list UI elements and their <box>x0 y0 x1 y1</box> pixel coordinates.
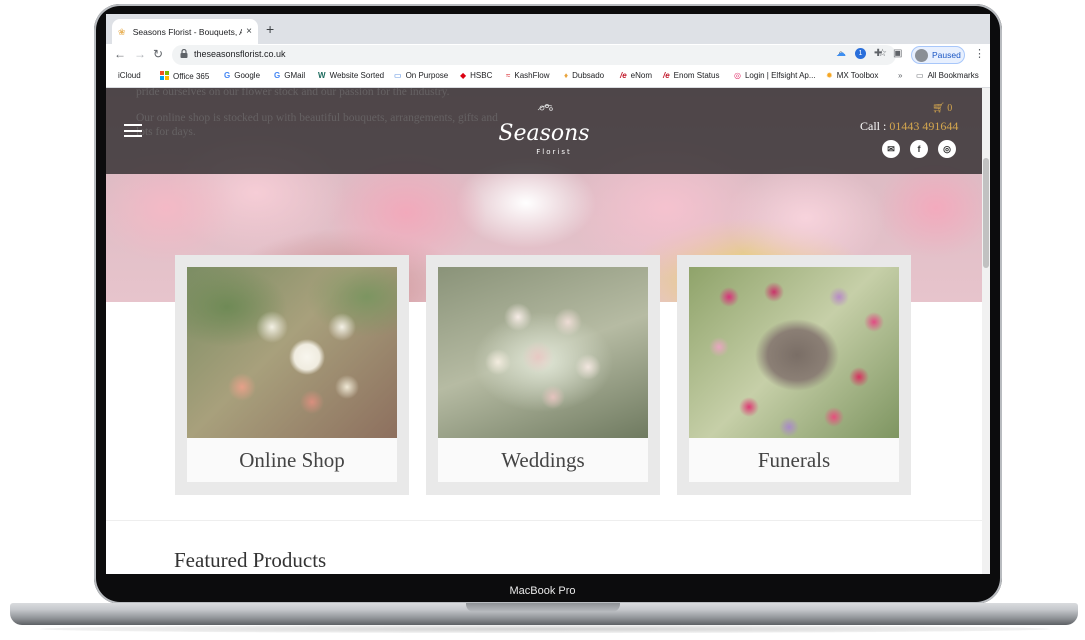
mxtoolbox-icon: ✹ <box>826 71 833 80</box>
category-card-weddings[interactable]: Weddings <box>426 255 660 495</box>
device-label: MacBook Pro <box>509 585 576 597</box>
extensions-puzzle-icon[interactable]: ✚ <box>874 48 882 59</box>
avatar <box>915 48 928 62</box>
close-icon[interactable]: × <box>246 26 252 37</box>
office-icon <box>160 71 169 82</box>
bouquet-image <box>187 267 397 438</box>
cart-icon: 🛒︎ <box>932 103 945 114</box>
more-menu-icon[interactable]: ⋮ <box>974 47 985 60</box>
tab-strip: ❀ Seasons Florist - Bouquets, A × + <box>106 14 990 44</box>
intro-text-line: Our online shop is stocked up with beaut… <box>136 112 498 124</box>
card-label: Funerals <box>689 438 899 482</box>
reload-icon[interactable]: ↻ <box>153 47 163 61</box>
kashflow-icon: ≈ <box>506 71 511 80</box>
featured-products-heading: Featured Products <box>174 548 327 572</box>
bookmark-kashflow[interactable]: ≈ KashFlow <box>506 71 550 80</box>
phone-link[interactable]: 01443 491644 <box>889 119 958 133</box>
site-logo[interactable]: Seasons Florist <box>496 100 592 162</box>
bookmark-on-purpose[interactable]: ▭ On Purpose <box>394 71 448 80</box>
profile-status: Paused <box>932 50 961 60</box>
site-header: pride ourselves on our flower stock and … <box>106 88 982 174</box>
url-text: theseasonsflorist.co.uk <box>194 49 286 59</box>
favicon-icon: ❀ <box>118 26 126 37</box>
browser-toolbar: ← → ↻ theseasonsflorist.co.uk ⌕ ⇪ ☆ ☁ 1 … <box>106 44 990 66</box>
link-icon: ▭ <box>394 71 402 80</box>
google-icon: G <box>274 71 281 80</box>
all-bookmarks-button[interactable]: ▭ All Bookmarks <box>916 71 979 80</box>
tab-title: Seasons Florist - Bouquets, A <box>132 26 243 37</box>
bookmark-mx-toolbox[interactable]: ✹ MX Toolbox <box>826 71 878 80</box>
bookmark-website-sorted[interactable]: W Website Sorted <box>318 71 384 80</box>
scrollbar-thumb[interactable] <box>983 158 989 268</box>
laptop-shadow <box>40 625 1050 633</box>
cart-link[interactable]: 🛒︎ 0 <box>932 103 952 114</box>
enom-icon: /e <box>620 71 627 80</box>
cloud-extension-icon[interactable]: ☁ <box>836 48 846 59</box>
profile-paused-chip[interactable]: Paused <box>911 46 965 64</box>
email-icon[interactable]: ✉ <box>882 140 900 158</box>
website-viewport: pride ourselves on our flower stock and … <box>106 88 982 574</box>
screen: ❀ Seasons Florist - Bouquets, A × + ← → … <box>106 14 990 574</box>
browser-tab[interactable]: ❀ Seasons Florist - Bouquets, A × <box>112 19 258 44</box>
back-icon[interactable]: ← <box>114 47 126 61</box>
wedding-bouquet-image <box>438 267 648 438</box>
hsbc-icon: ◆ <box>460 71 467 80</box>
bookmark-enom[interactable]: /e eNom <box>620 71 652 80</box>
card-label: Weddings <box>438 438 648 482</box>
website-sorted-icon: W <box>318 71 326 80</box>
more-bookmarks-button[interactable]: » <box>898 71 902 80</box>
dubsado-icon: ♦ <box>564 71 569 80</box>
logo-subtitle: Florist <box>536 148 571 156</box>
facebook-icon[interactable]: f <box>910 140 928 158</box>
call-prefix: Call : <box>860 119 890 133</box>
new-tab-button[interactable]: + <box>266 21 274 37</box>
enom-icon: /e <box>663 71 670 80</box>
heart-wreath-image <box>689 267 899 438</box>
laptop-notch <box>466 603 620 612</box>
menu-hamburger-icon[interactable] <box>124 124 142 137</box>
onepassword-extension-icon[interactable]: 1 <box>855 48 866 59</box>
bookmark-hsbc[interactable]: ◆ HSBC <box>460 71 492 80</box>
address-bar[interactable]: theseasonsflorist.co.uk ⌕ ⇪ ☆ <box>172 45 896 65</box>
bookmark-office365[interactable]: Office 365 <box>160 71 209 82</box>
section-divider <box>106 520 982 521</box>
bookmark-icloud[interactable]: iCloud <box>114 71 141 80</box>
logo-wordmark: Seasons <box>498 121 589 146</box>
category-card-online-shop[interactable]: Online Shop <box>175 255 409 495</box>
bookmark-elfsight[interactable]: ◎ Login | Elfsight Ap... <box>734 71 816 80</box>
instagram-icon[interactable]: ◎ <box>938 140 956 158</box>
elfsight-icon: ◎ <box>734 71 741 80</box>
bookmark-dubsado[interactable]: ♦ Dubsado <box>564 71 604 80</box>
bookmarks-bar: iCloud Office 365 G Google G GMail W Websit… <box>106 66 990 88</box>
side-panel-icon[interactable]: ▣ <box>893 48 902 59</box>
intro-text-line: pride ourselves on our flower stock and … <box>136 88 450 98</box>
call-info: Call : 01443 491644 <box>860 119 958 134</box>
lock-icon <box>180 48 188 60</box>
bookmark-google[interactable]: G Google <box>224 71 260 80</box>
bookmark-enom-status[interactable]: /e Enom Status <box>663 71 719 80</box>
bookmark-gmail[interactable]: G GMail <box>274 71 305 80</box>
category-card-funerals[interactable]: Funerals <box>677 255 911 495</box>
card-label: Online Shop <box>187 438 397 482</box>
page-scrollbar[interactable] <box>982 88 990 574</box>
folder-icon: ▭ <box>916 71 924 80</box>
cart-count: 0 <box>947 103 953 114</box>
google-icon: G <box>224 71 231 80</box>
forward-icon[interactable]: → <box>134 47 146 61</box>
intro-text-line: lots for days. <box>136 126 196 138</box>
